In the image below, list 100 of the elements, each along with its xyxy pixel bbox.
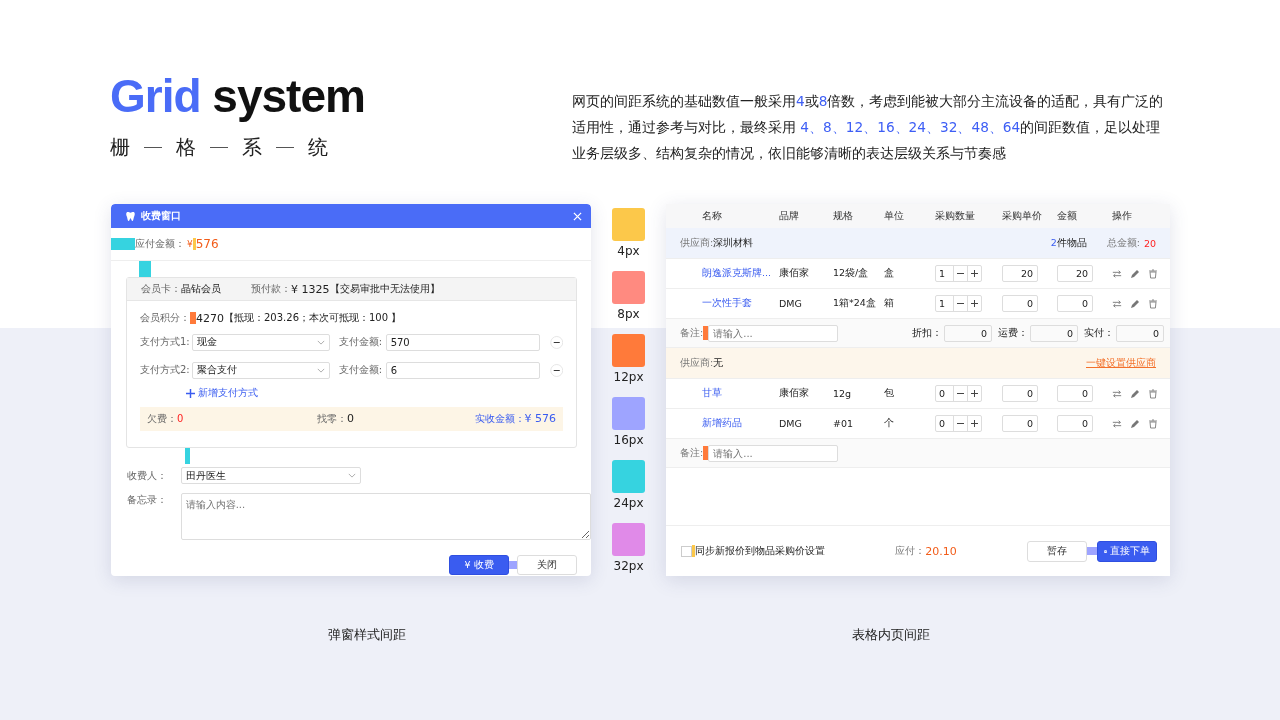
price-input[interactable]: 0 xyxy=(1002,415,1038,432)
table-cell-text: 个 xyxy=(884,417,895,430)
remove-icon[interactable] xyxy=(549,362,563,378)
payment-method-select[interactable]: 聚合支付 xyxy=(192,361,330,379)
received-value: ¥ 576 xyxy=(524,412,556,425)
payment-amount-input[interactable]: 570 xyxy=(385,333,540,351)
points-note: 【抵现：203.26；本次可抵现：100 】 xyxy=(224,311,402,325)
description-paragraph: 网页的间距系统的基础数值一般采用4或8倍数，考虑到能被大部分主流设备的适配，具有广泛的适用性，通过参考与对比，最终采用 4、8、12、16、24、32、48、64的间距数值，足以处理业务层级多、结构复杂的情况，依旧能够清晰的表达层级关系与节奏感 xyxy=(572,92,1165,163)
collector-select[interactable]: 田丹医生 xyxy=(181,467,361,484)
shipping-input[interactable]: 0 xyxy=(1030,324,1078,342)
plus-icon[interactable] xyxy=(967,296,981,311)
discount-label: 折扣： xyxy=(912,326,942,340)
close-icon[interactable] xyxy=(573,211,582,221)
supplier-name: 供应商:无 xyxy=(680,356,724,370)
change-value: 0 xyxy=(347,412,354,425)
points-value: 4270 xyxy=(196,311,224,325)
trash-icon[interactable] xyxy=(1148,268,1158,279)
sync-label: 同步新报价到物品采购价设置 xyxy=(695,544,825,558)
pencil-icon[interactable] xyxy=(1130,418,1140,429)
remark-input[interactable]: 请输入... xyxy=(708,444,839,462)
price-input[interactable]: 0 xyxy=(1002,385,1038,402)
charge-button[interactable]: ¥ 收费 xyxy=(449,555,509,575)
spacing-marker xyxy=(692,545,695,557)
table-cell-text: 箱 xyxy=(884,297,895,310)
collector-label: 收费人： xyxy=(127,468,168,483)
swap-icon[interactable] xyxy=(1112,418,1122,429)
column-header: 操作 xyxy=(1112,209,1133,223)
remark-input[interactable]: 请输入... xyxy=(708,324,839,342)
sync-checkbox[interactable] xyxy=(681,545,692,557)
pencil-icon[interactable] xyxy=(1130,268,1140,279)
place-order-button[interactable]: 直接下单 xyxy=(1097,540,1157,562)
trash-icon[interactable] xyxy=(1148,418,1158,429)
plus-icon[interactable] xyxy=(967,266,981,281)
column-header: 规格 xyxy=(833,209,854,223)
table-cell-text: 康佰家 xyxy=(779,267,810,280)
subtitle-character: 栅 xyxy=(110,134,130,161)
change-label: 找零： xyxy=(317,413,347,424)
plus-icon xyxy=(186,388,195,398)
quantity-stepper[interactable]: 0 xyxy=(935,385,982,402)
table-cell-text: 康佰家 xyxy=(779,387,810,400)
paid-input[interactable]: 0 xyxy=(1116,324,1164,342)
swap-icon[interactable] xyxy=(1112,268,1122,279)
payable-label: 应付： xyxy=(895,544,926,558)
close-button[interactable]: 关闭 xyxy=(517,555,577,575)
item-name-link[interactable]: 甘草 xyxy=(702,387,779,400)
dialog-title: 收费窗口 xyxy=(141,209,181,223)
table-cell-text: 包 xyxy=(884,387,895,400)
minus-icon[interactable] xyxy=(953,416,967,431)
amount-input[interactable]: 0 xyxy=(1057,385,1093,402)
amount-input[interactable]: 20 xyxy=(1057,265,1093,282)
column-header: 采购数量 xyxy=(935,209,976,223)
remove-icon[interactable] xyxy=(549,334,563,350)
minus-icon[interactable] xyxy=(953,386,967,401)
payable-value: 20.10 xyxy=(925,544,957,558)
minus-icon[interactable] xyxy=(953,296,967,311)
trash-icon[interactable] xyxy=(1148,298,1158,309)
chevron-icon xyxy=(348,473,356,478)
tooth-icon xyxy=(125,210,136,222)
item-name-link[interactable]: 朗逸派克斯牌... xyxy=(702,267,779,280)
swap-icon[interactable] xyxy=(1112,298,1122,309)
page-title: Grid system xyxy=(110,69,366,124)
spacing-marker xyxy=(703,446,709,460)
amount-input[interactable]: 0 xyxy=(1057,415,1093,432)
subtitle-character: 系 xyxy=(242,134,262,161)
swatch-label: 16px xyxy=(613,433,644,447)
spacing-marker xyxy=(185,448,190,464)
swap-icon[interactable] xyxy=(1112,388,1122,399)
amount-input[interactable]: 0 xyxy=(1057,295,1093,312)
trash-icon[interactable] xyxy=(1148,388,1158,399)
plus-icon[interactable] xyxy=(967,416,981,431)
save-draft-button[interactable]: 暂存 xyxy=(1027,540,1087,562)
chevron-icon xyxy=(316,339,325,345)
add-payment-link[interactable]: 新增支付方式 xyxy=(186,385,563,401)
item-name-link[interactable]: 新增药品 xyxy=(702,417,779,430)
table-cell-text: DMG xyxy=(779,418,803,429)
spacing-marker xyxy=(509,561,517,569)
plus-icon[interactable] xyxy=(967,386,981,401)
payment-method-select[interactable]: 现金 xyxy=(192,333,330,351)
table-cell-text: #01 xyxy=(833,418,855,429)
price-input[interactable]: 0 xyxy=(1002,295,1038,312)
pencil-icon[interactable] xyxy=(1130,388,1140,399)
quantity-stepper[interactable]: 1 xyxy=(935,265,982,282)
discount-input[interactable]: 0 xyxy=(944,324,992,342)
memo-field[interactable]: 请输入内容... xyxy=(180,493,591,540)
minus-icon[interactable] xyxy=(953,266,967,281)
column-header: 单位 xyxy=(884,209,905,223)
owed-label: 欠费： xyxy=(147,413,177,424)
quantity-stepper[interactable]: 0 xyxy=(935,415,982,432)
pencil-icon[interactable] xyxy=(1130,298,1140,309)
price-input[interactable]: 20 xyxy=(1002,265,1038,282)
points-label: 会员积分： xyxy=(140,311,190,325)
remark-label: 备注: xyxy=(680,326,704,340)
memo-label: 备忘录： xyxy=(127,493,168,507)
quantity-stepper[interactable]: 1 xyxy=(935,295,982,312)
swatch-label: 32px xyxy=(613,559,644,573)
item-name-link[interactable]: 一次性手套 xyxy=(702,297,779,310)
payment-amount-input[interactable]: 6 xyxy=(385,361,540,379)
table-cell-text: 盒 xyxy=(884,267,895,280)
member-level: 晶钻会员 xyxy=(181,282,221,296)
subtitle-character: 统 xyxy=(308,134,328,161)
